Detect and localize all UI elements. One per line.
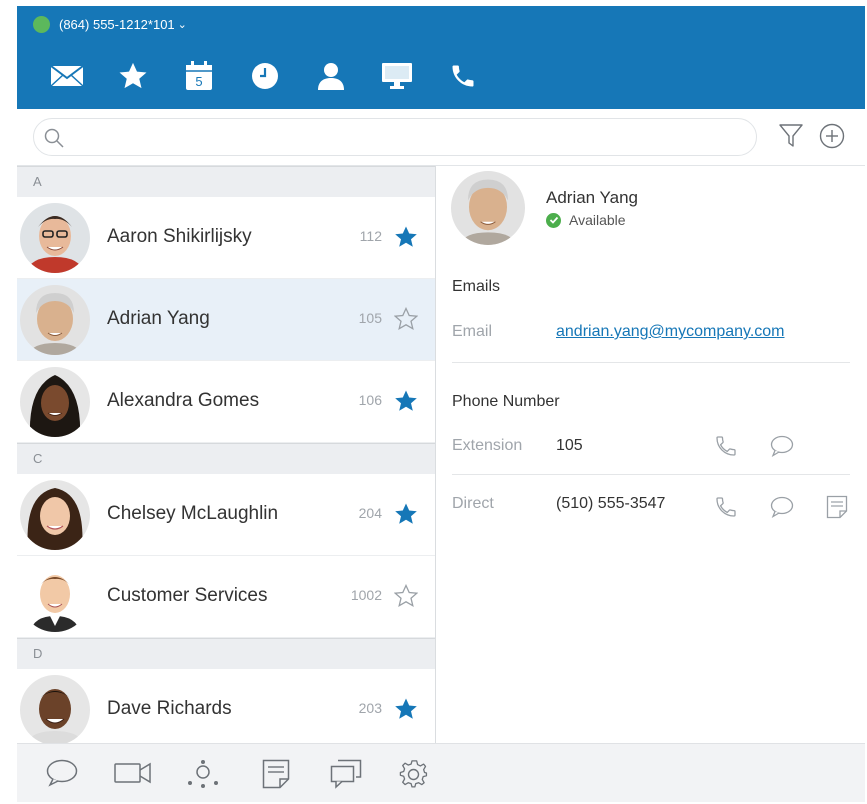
extension-value: 105: [556, 437, 583, 454]
presence-label: Available: [569, 212, 626, 228]
detail-name: Adrian Yang: [546, 188, 638, 207]
chat-icon[interactable]: [770, 496, 794, 518]
contact-extension: 1002: [350, 587, 382, 603]
tab-history[interactable]: [232, 58, 298, 94]
divider: [452, 474, 850, 475]
calendar-icon: 5: [186, 61, 212, 90]
avatar: [20, 203, 90, 273]
avatar: [20, 480, 90, 550]
phone-icon: [452, 65, 474, 87]
section-header-c: C: [17, 443, 435, 474]
search-input[interactable]: [72, 125, 746, 151]
direct-value: (510) 555-3547: [556, 495, 666, 512]
contact-name: Aaron Shikirlijsky: [107, 226, 252, 247]
fax-icon[interactable]: [826, 495, 848, 519]
email-label: Email: [452, 323, 493, 340]
contact-detail-panel: Adrian Yang Available Emails Email andri…: [436, 166, 865, 743]
avatar: [20, 367, 90, 437]
avatar: [20, 562, 90, 632]
contact-row[interactable]: Customer Services 1002: [17, 556, 435, 638]
star-icon[interactable]: [394, 389, 418, 413]
search-box[interactable]: [33, 118, 757, 156]
add-contact-icon[interactable]: [819, 123, 845, 149]
line-label: (864) 555-1212*101: [59, 17, 175, 32]
filter-icon[interactable]: [779, 123, 803, 149]
divider: [452, 362, 850, 363]
extension-label: Extension: [452, 437, 523, 454]
chat-icon[interactable]: [46, 759, 78, 787]
star-outline-icon[interactable]: [394, 584, 418, 608]
messages-icon[interactable]: [330, 759, 362, 789]
star-icon[interactable]: [394, 697, 418, 721]
contact-row[interactable]: Chelsey McLaughlin 204: [17, 474, 435, 556]
tab-contacts[interactable]: [298, 58, 364, 94]
search-row: [17, 109, 865, 166]
clock-icon: [252, 63, 278, 89]
section-header-a: A: [17, 166, 435, 197]
tab-messages[interactable]: [34, 58, 100, 94]
emails-title: Emails: [452, 278, 501, 295]
section-header-d: D: [17, 638, 435, 669]
line-selector[interactable]: (864) 555-1212*101 ⌄: [33, 16, 187, 33]
contact-extension: 204: [358, 505, 382, 521]
tab-calendar[interactable]: 5: [166, 58, 232, 94]
direct-label: Direct: [452, 495, 494, 512]
contact-row[interactable]: Adrian Yang 105: [17, 279, 435, 361]
phone-number-title: Phone Number: [452, 393, 560, 410]
presence-status: Available: [546, 212, 626, 228]
presence-dot: [33, 16, 50, 33]
contact-extension: 203: [358, 700, 382, 716]
star-icon[interactable]: [394, 502, 418, 526]
contact-extension: 112: [359, 228, 382, 244]
notes-icon[interactable]: [262, 759, 290, 789]
contact-extension: 105: [358, 310, 382, 326]
contact-row[interactable]: Dave Richards 203: [17, 669, 435, 743]
contact-row[interactable]: Alexandra Gomes 106: [17, 361, 435, 443]
bottom-toolbar: [17, 743, 865, 802]
contact-extension: 106: [358, 392, 382, 408]
tab-phone[interactable]: [430, 58, 496, 94]
contact-name: Dave Richards: [107, 698, 232, 719]
contact-list: A Aaron Shikirlijsky 112 Adrian Yang 105…: [17, 166, 436, 743]
tab-screen[interactable]: [364, 58, 430, 94]
detail-avatar: [451, 171, 525, 245]
email-link[interactable]: andrian.yang@mycompany.com: [556, 323, 785, 341]
phone-icon[interactable]: [714, 434, 738, 458]
chevron-down-icon: ⌄: [177, 19, 187, 31]
video-icon[interactable]: [114, 759, 152, 787]
avatar: [20, 285, 90, 355]
contact-name: Chelsey McLaughlin: [107, 503, 279, 524]
avatar: [20, 675, 90, 743]
contact-name: Alexandra Gomes: [107, 390, 260, 411]
chat-icon[interactable]: [770, 435, 794, 457]
conference-icon[interactable]: [185, 759, 221, 789]
person-icon: [318, 63, 344, 90]
star-icon[interactable]: [394, 225, 418, 249]
monitor-icon: [382, 63, 412, 89]
search-icon: [44, 128, 64, 148]
phone-icon[interactable]: [714, 495, 738, 519]
star-icon: [119, 62, 147, 89]
envelope-icon: [50, 65, 84, 87]
tab-favorites[interactable]: [100, 58, 166, 94]
top-bar: (864) 555-1212*101 ⌄ 5: [17, 6, 865, 109]
nav-tabs: 5: [34, 58, 496, 94]
contact-name: Customer Services: [107, 585, 268, 606]
contact-name: Adrian Yang: [107, 308, 210, 329]
star-outline-icon[interactable]: [394, 307, 418, 331]
calendar-day: 5: [195, 74, 202, 89]
contact-row[interactable]: Aaron Shikirlijsky 112: [17, 197, 435, 279]
check-icon: [546, 212, 561, 228]
settings-icon[interactable]: [399, 759, 429, 789]
